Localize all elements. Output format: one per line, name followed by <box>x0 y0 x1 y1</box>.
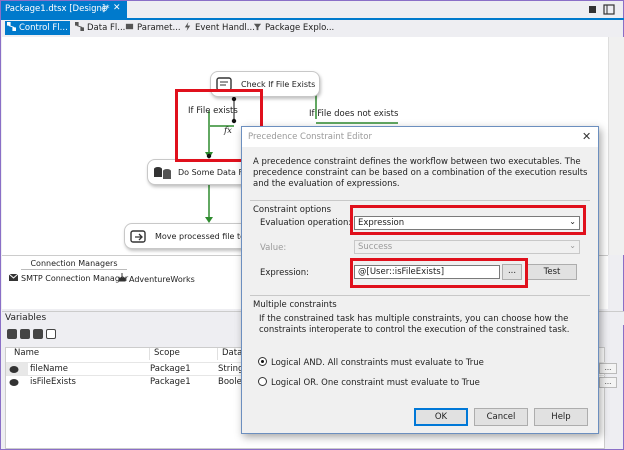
highlight-expression-box <box>350 258 528 288</box>
toolbox-icon-shape-2 <box>603 4 615 15</box>
close-tab-icon[interactable]: ✕ <box>113 3 121 13</box>
variable-scope: Package1 <box>150 377 191 387</box>
radio-selected-icon <box>258 357 267 366</box>
tab-event-handlers[interactable]: Event Handl... <box>181 21 257 35</box>
highlight-evaluation-box <box>350 205 586 235</box>
task-check-label: Check If File Exists <box>241 80 316 89</box>
tab-parameters-label: Paramet... <box>137 23 181 33</box>
tab-package-explorer[interactable]: Package Explo... <box>251 21 336 35</box>
tab-package-explorer-label: Package Explo... <box>265 23 335 33</box>
add-variable-icon[interactable] <box>7 329 17 339</box>
cm-item-adventureworks[interactable]: AdventureWorks <box>117 273 195 284</box>
ssis-designer-window: Package1.dtsx [Design]* ⊕ ✕ Control Fl..… <box>0 0 624 450</box>
control-flow-icon <box>7 22 16 31</box>
dialog-description: A precedence constraint defines the work… <box>253 157 588 189</box>
variable-expression-button[interactable]: ... <box>599 377 617 388</box>
tab-data-flow-label: Data Fl... <box>87 23 126 33</box>
toolbox-icons <box>587 3 617 18</box>
test-button[interactable]: Test <box>527 264 577 280</box>
data-flow-task-icon <box>154 167 171 179</box>
document-tab[interactable]: Package1.dtsx [Design]* ⊕ ✕ <box>1 1 127 18</box>
tab-data-flow[interactable]: Data Fl... <box>73 21 127 35</box>
parameters-icon <box>125 23 134 30</box>
radio-logical-and-label: Logical AND. All constraints must evalua… <box>271 358 484 368</box>
event-handlers-icon <box>184 22 191 31</box>
expression-label: Expression: <box>260 268 310 278</box>
close-icon[interactable]: ✕ <box>582 130 591 143</box>
connection-managers-tab[interactable]: Connection Managers <box>21 259 127 270</box>
variables-toolbar <box>7 329 59 343</box>
cm-item-smtp[interactable]: SMTP Connection Manager <box>8 273 129 283</box>
tab-parameters[interactable]: Paramet... <box>123 21 183 35</box>
delete-variable-icon[interactable] <box>33 329 43 339</box>
variables-panel-title: Variables <box>5 313 47 323</box>
multiple-constraints-title: Multiple constraints <box>253 300 337 310</box>
variable-icon <box>9 366 19 373</box>
grid-options-icon[interactable] <box>46 329 56 339</box>
variable-expression-button[interactable]: ... <box>599 363 617 374</box>
tab-event-handlers-label: Event Handl... <box>195 23 255 33</box>
multiple-constraints-description: If the constrained task has multiple con… <box>259 314 570 335</box>
cancel-button[interactable]: Cancel <box>474 408 528 426</box>
tab-control-flow-label: Control Fl... <box>19 23 68 33</box>
toolbox-icon[interactable] <box>587 3 617 15</box>
tab-control-flow[interactable]: Control Fl... <box>5 21 70 35</box>
move-variable-icon[interactable] <box>20 329 30 339</box>
pin-icon[interactable]: ⊕ <box>101 4 108 13</box>
designer-tabs: Control Fl... Data Fl... Paramet... Even… <box>5 21 619 35</box>
chevron-down-icon: ⌄ <box>569 241 576 250</box>
cm-adventureworks-label: AdventureWorks <box>129 275 195 284</box>
precedence-constraint-editor-dialog: Precedence Constraint Editor ✕ A precede… <box>241 126 599 434</box>
radio-unselected-icon <box>258 377 267 386</box>
col-header-scope[interactable]: Scope <box>150 348 218 360</box>
separator <box>250 295 590 296</box>
variable-name[interactable]: fileName <box>30 364 68 374</box>
variable-name[interactable]: isFileExists <box>30 377 76 387</box>
variable-type[interactable]: Boole <box>218 377 242 387</box>
tab-underline <box>1 18 624 20</box>
toolbox-icon-shape-1 <box>589 6 596 13</box>
database-connection-icon <box>118 273 126 282</box>
col-header-name[interactable]: Name <box>10 348 150 360</box>
variable-type[interactable]: String <box>218 364 243 374</box>
radio-logical-or-label: Logical OR. One constraint must evaluate… <box>271 378 480 388</box>
radio-logical-or[interactable]: Logical OR. One constraint must evaluate… <box>258 377 480 388</box>
value-select[interactable]: Success ⌄ <box>354 240 580 254</box>
variable-scope: Package1 <box>150 364 191 374</box>
variable-icon <box>9 379 19 386</box>
cm-smtp-label: SMTP Connection Manager <box>21 274 129 283</box>
package-explorer-icon <box>253 23 262 31</box>
help-button[interactable]: Help <box>534 408 588 426</box>
constraint-label-file-not-exists: If File does not exists <box>309 109 399 119</box>
ok-button[interactable]: OK <box>414 408 468 426</box>
canvas-vertical-scrollbar[interactable] <box>608 37 624 255</box>
evaluation-operation-label: Evaluation operation: <box>260 218 352 228</box>
constraint-options-title: Constraint options <box>253 205 332 215</box>
radio-logical-and[interactable]: Logical AND. All constraints must evalua… <box>258 357 484 368</box>
separator <box>250 200 590 201</box>
data-flow-icon <box>75 22 84 31</box>
value-select-value: Success <box>358 242 393 252</box>
smtp-icon <box>8 273 19 281</box>
file-system-task-icon <box>130 230 146 243</box>
dialog-title: Precedence Constraint Editor <box>248 132 372 142</box>
value-label: Value: <box>260 243 287 253</box>
document-tab-title: Package1.dtsx [Design]* <box>5 4 110 14</box>
